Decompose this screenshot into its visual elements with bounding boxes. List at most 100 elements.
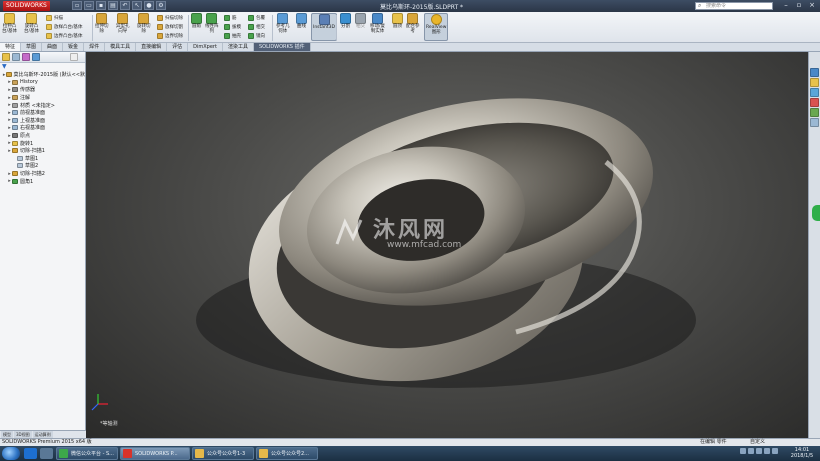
undo-icon[interactable]: ↶ xyxy=(120,1,130,10)
swept-cut-button[interactable]: 扫描切除 xyxy=(157,14,183,22)
tree-item[interactable]: ▸ 前视基准面 xyxy=(2,109,85,117)
intersect-button[interactable]: 相交 xyxy=(248,23,265,31)
units-selector[interactable]: 自定义 xyxy=(750,439,765,446)
open-file-icon[interactable]: ▭ xyxy=(84,1,94,10)
tree-item[interactable]: ▸ 莫比乌斯环-2015版 (默认<<默 xyxy=(2,71,85,79)
tab-direct-editing[interactable]: 直接编辑 xyxy=(136,43,168,51)
configuration-manager-icon[interactable] xyxy=(22,53,30,61)
options-icon[interactable]: ⚙ xyxy=(156,1,166,10)
revolved-boss-button[interactable]: 旋转凸 台/基体 xyxy=(24,13,39,34)
tab-3d-views[interactable]: 3D视图 xyxy=(14,431,32,438)
start-button[interactable] xyxy=(2,447,20,460)
tree-item[interactable]: ▸ 右视基准面 xyxy=(2,124,85,132)
tree-item[interactable]: ▸ 材质 <未指定> xyxy=(2,101,85,109)
tree-item[interactable]: 草图2 xyxy=(2,162,85,170)
rebuild-icon[interactable]: ● xyxy=(144,1,154,10)
boundary-boss-button[interactable]: 边界凸台/基体 xyxy=(46,32,83,40)
tree-item[interactable]: ▸ 注解 xyxy=(2,94,85,102)
lofted-cut-button[interactable]: 放样切割 xyxy=(157,23,183,31)
graphics-viewport[interactable]: 沐风网 www.mfcad.com *等轴测 xyxy=(86,52,808,438)
custom-properties-icon[interactable] xyxy=(810,118,819,127)
volume-icon[interactable] xyxy=(756,448,762,454)
save-icon[interactable]: ▪ xyxy=(96,1,106,10)
tab-sheet-metal[interactable]: 钣金 xyxy=(63,43,85,51)
draft-button[interactable]: 拔模 xyxy=(224,23,241,31)
move-copy-button[interactable]: 移动/复 制实体 xyxy=(370,13,385,34)
tree-item[interactable]: ▸ 原点 xyxy=(2,132,85,140)
tab-render-tools[interactable]: 渲染工具 xyxy=(223,43,254,51)
linear-pattern-button[interactable]: 线性阵 列 xyxy=(205,13,219,34)
tree-item[interactable]: ▸ 上视基准面 xyxy=(2,117,85,125)
lofted-boss-button[interactable]: 放样凸台/基体 xyxy=(46,23,83,31)
boundary-cut-button[interactable]: 边界切除 xyxy=(157,32,183,40)
reference-geometry-button[interactable]: 参考几 何体 xyxy=(276,13,290,34)
solidworks-logo[interactable]: SOLIDWORKS xyxy=(3,1,50,11)
tab-dimxpert[interactable]: DimXpert xyxy=(188,43,223,51)
taskbar-clock[interactable]: 14:01 2018/1/5 xyxy=(786,447,818,459)
feature-tree-icon[interactable] xyxy=(2,53,10,61)
tree-item[interactable]: ▸ 切除-扫描2 xyxy=(2,170,85,178)
extruded-cut-button[interactable]: 拉伸切 除 xyxy=(95,13,109,34)
mfcad-logo-icon xyxy=(335,218,363,245)
extruded-boss-button[interactable]: 拉伸凸 台/基体 xyxy=(2,13,17,34)
explorer-icon[interactable] xyxy=(40,448,53,459)
tree-item[interactable]: ▸ 传感器 xyxy=(2,86,85,94)
rib-button[interactable]: 筋 xyxy=(224,14,237,22)
wrap-button[interactable]: 包覆 xyxy=(248,14,265,22)
tab-solidworks-addins[interactable]: SOLIDWORKS 插件 xyxy=(253,43,311,51)
minimize-button[interactable]: – xyxy=(780,1,792,10)
property-manager-icon[interactable] xyxy=(12,53,20,61)
tab-evaluate[interactable]: 评估 xyxy=(167,43,189,51)
select-icon[interactable]: ↖ xyxy=(132,1,142,10)
instant3d-button[interactable]: Instant3D xyxy=(311,13,337,41)
dimxpert-icon[interactable] xyxy=(32,53,40,61)
tree-item[interactable]: ▸ History xyxy=(2,79,85,87)
appearances-icon[interactable] xyxy=(810,108,819,117)
hole-wizard-button[interactable]: 异型孔 向导 xyxy=(116,13,130,34)
baidu-icon[interactable] xyxy=(24,448,37,459)
tray-icon[interactable] xyxy=(748,448,754,454)
split-button[interactable]: 分割 xyxy=(340,13,351,29)
shell-button[interactable]: 抽壳 xyxy=(224,32,241,40)
tree-item[interactable]: ▸ 旋转1 xyxy=(2,139,85,147)
network-icon[interactable] xyxy=(764,448,770,454)
search-commands-input[interactable]: ⌕ 搜索命令 xyxy=(695,2,773,10)
tab-surfaces[interactable]: 曲面 xyxy=(42,43,64,51)
tray-icon[interactable] xyxy=(740,448,746,454)
revolved-cut-button[interactable]: 旋转切 除 xyxy=(137,13,151,34)
mate-reference-button[interactable]: 配合参 考 xyxy=(406,13,420,34)
tree-item[interactable]: ▸ 切除-扫描1 xyxy=(2,147,85,155)
combine-button[interactable]: 相交 xyxy=(355,13,366,29)
mirror-button[interactable]: 镜向 xyxy=(248,32,265,40)
tab-motion-study[interactable]: 运动算例 xyxy=(32,431,53,438)
input-method-icon[interactable] xyxy=(772,448,778,454)
maximize-button[interactable]: ▫ xyxy=(793,1,805,10)
file-explorer-icon[interactable] xyxy=(810,88,819,97)
expand-handle-icon[interactable] xyxy=(812,205,820,221)
tree-item[interactable]: 草图1 xyxy=(2,155,85,163)
taskbar-app-folder-2[interactable]: 公众号公众号2... xyxy=(256,447,318,460)
view-palette-icon[interactable] xyxy=(810,98,819,107)
dome-button[interactable]: 圆顶 xyxy=(392,13,403,29)
fillet-button[interactable]: 圆角 xyxy=(191,13,202,29)
tab-sketch[interactable]: 草图 xyxy=(21,43,43,51)
curves-button[interactable]: 曲线 xyxy=(296,13,307,29)
tab-mold-tools[interactable]: 模具工具 xyxy=(105,43,137,51)
feature-icon xyxy=(12,87,18,93)
taskbar-app-solidworks[interactable]: SOLIDWORKS P... xyxy=(120,447,190,460)
tab-model[interactable]: 模型 xyxy=(1,431,13,438)
tree-item[interactable]: ▸ 圆角1 xyxy=(2,177,85,185)
taskbar-app-wechat[interactable]: 微信公众平台 - S... xyxy=(56,447,118,460)
expand-panel-icon[interactable] xyxy=(70,53,78,61)
solidworks-resources-icon[interactable] xyxy=(810,68,819,77)
print-icon[interactable]: ▤ xyxy=(108,1,118,10)
close-button[interactable]: × xyxy=(806,1,818,10)
swept-boss-button[interactable]: 扫描 xyxy=(46,14,63,22)
filter-icon[interactable]: ▼ xyxy=(0,63,85,71)
taskbar-app-folder-1[interactable]: 公众号公众号1-3 xyxy=(192,447,254,460)
tab-features[interactable]: 特征 xyxy=(0,43,22,51)
realview-button[interactable]: RealView 图形 xyxy=(424,13,449,41)
tab-weldments[interactable]: 焊件 xyxy=(84,43,106,51)
design-library-icon[interactable] xyxy=(810,78,819,87)
new-file-icon[interactable]: ▫ xyxy=(72,1,82,10)
